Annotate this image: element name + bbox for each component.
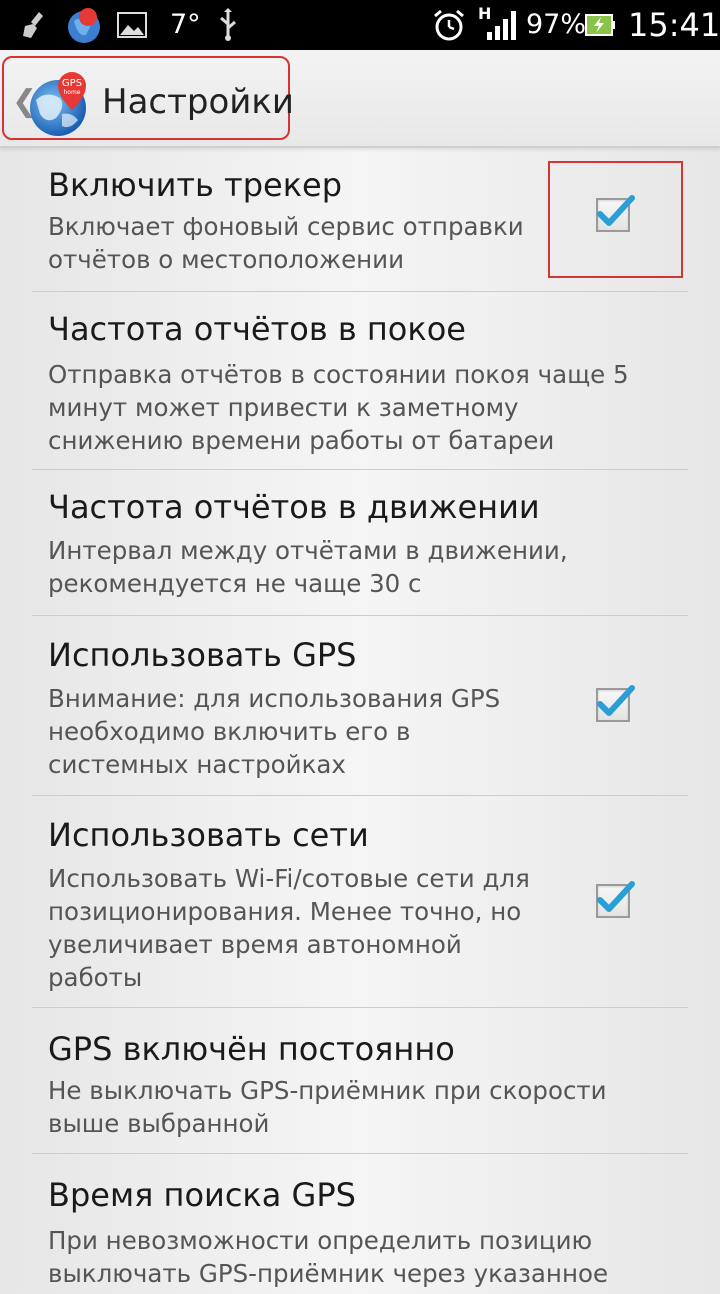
image-icon (116, 0, 148, 50)
app-logo-icon: GPS home (26, 68, 96, 138)
pref-summary: Внимание: для использования GPS необходи… (48, 684, 501, 779)
pref-title: Частота отчётов в покое (48, 310, 466, 348)
checkmark-icon (597, 685, 635, 716)
pref-title: Частота отчётов в движении (48, 488, 540, 526)
pref-summary: Не выключать GPS-приёмник при скорости в… (48, 1076, 607, 1138)
pref-summary: При невозможности определить позицию вык… (48, 1226, 609, 1288)
status-clock: 15:41 (628, 6, 720, 44)
temperature-label: 7° (170, 9, 201, 40)
signal-icon (484, 0, 520, 50)
page-title: Настройки (102, 82, 295, 122)
use-networks-checkbox[interactable] (596, 881, 635, 918)
pref-title: Использовать сети (48, 816, 369, 854)
status-bar: 7° H 97% 15:41 (0, 0, 720, 50)
battery-icon (584, 0, 616, 50)
preferences-list: Включить трекер Включает фоновый сервис … (32, 148, 688, 1294)
pref-summary: Интервал между отчётами в движении, реко… (48, 536, 568, 598)
pref-use-networks[interactable]: Использовать сети Использовать Wi-Fi/сот… (32, 796, 688, 1008)
pref-title: GPS включён постоянно (48, 1030, 455, 1068)
pref-use-gps[interactable]: Использовать GPS Внимание: для использов… (32, 616, 688, 796)
pref-gps-search-time[interactable]: Время поиска GPS При невозможности опред… (32, 1154, 688, 1294)
use-gps-checkbox[interactable] (596, 685, 635, 722)
app-logo-text: GPS (62, 78, 82, 89)
gps-home-icon (64, 0, 104, 50)
battery-percent: 97% (526, 9, 587, 40)
checkbox-highlight-frame (548, 161, 683, 278)
home-up-button[interactable]: ❮ GPS home Настройки (2, 56, 294, 140)
pref-summary: Отправка отчётов в состоянии покоя чаще … (48, 360, 629, 455)
checkmark-icon (597, 881, 635, 912)
pref-moving-report-frequency[interactable]: Частота отчётов в движении Интервал межд… (32, 470, 688, 616)
pref-title: Время поиска GPS (48, 1176, 356, 1214)
pref-summary: Использовать Wi-Fi/сотовые сети для пози… (48, 864, 530, 992)
app-logo-subtext: home (63, 89, 80, 96)
pref-title: Включить трекер (48, 166, 343, 204)
pref-gps-always-on[interactable]: GPS включён постоянно Не выключать GPS-п… (32, 1008, 688, 1154)
pref-title: Использовать GPS (48, 636, 357, 674)
broom-icon (20, 0, 50, 50)
alarm-clock-icon (432, 0, 466, 50)
pref-summary: Включает фоновый сервис отправки отчётов… (48, 212, 524, 274)
pref-idle-report-frequency[interactable]: Частота отчётов в покое Отправка отчётов… (32, 292, 688, 470)
action-bar: ❮ GPS home Настройки (0, 50, 720, 148)
usb-icon (216, 0, 240, 50)
